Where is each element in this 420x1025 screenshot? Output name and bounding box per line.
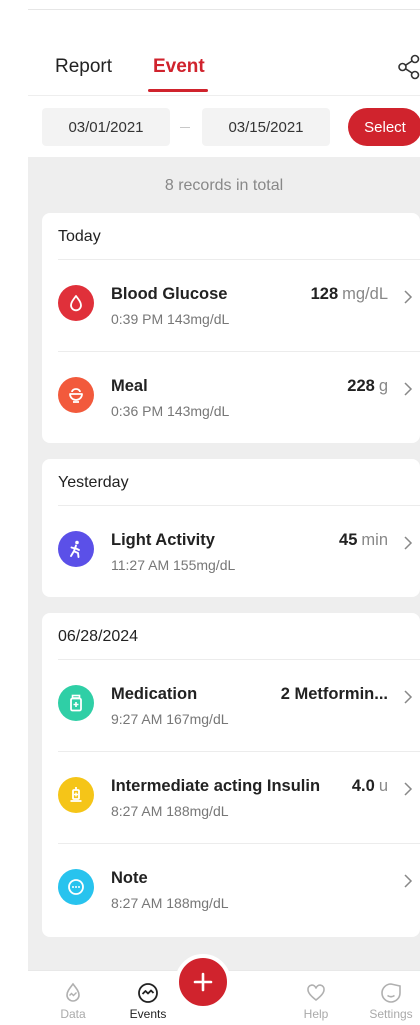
- group-title: 06/28/2024: [58, 628, 139, 645]
- group-card-date: 06/28/2024 Medication 9:27 AM 167mg/dL 2…: [42, 613, 420, 937]
- nav-events-label: Events: [129, 1007, 167, 1021]
- tab-report[interactable]: Report: [55, 56, 112, 78]
- nav-settings-label: Settings: [369, 1007, 413, 1021]
- blood-drop-icon: [58, 285, 94, 321]
- events-pulse-icon: [138, 983, 158, 1003]
- event-value: 4.0 u: [352, 777, 388, 796]
- event-row-blood-glucose[interactable]: Blood Glucose 0:39 PM 143mg/dL 128 mg/dL: [42, 259, 420, 351]
- event-value: 2 Metformin...: [281, 685, 388, 704]
- nav-data-label: Data: [60, 1007, 86, 1021]
- date-range-bar: 03/01/2021 03/15/2021 Select: [28, 95, 420, 157]
- event-value-number: 4.0: [351, 777, 375, 795]
- data-drop-icon: [66, 982, 80, 1002]
- event-detail: 11:27 AM 155mg/dL: [111, 557, 236, 573]
- heart-icon: [307, 984, 325, 1002]
- chevron-right-icon: [404, 782, 413, 796]
- row-divider: [58, 351, 420, 352]
- event-name: Intermediate acting Insulin: [111, 777, 321, 795]
- event-detail: 0:39 PM 143mg/dL: [111, 311, 230, 327]
- event-value: 45 min: [339, 531, 388, 550]
- chevron-right-icon: [404, 536, 413, 550]
- nav-data[interactable]: Data: [43, 981, 103, 1021]
- group-card-yesterday: Yesterday Light Activity 11:27 AM 155mg/…: [42, 459, 420, 597]
- event-value: 128 mg/dL: [311, 285, 388, 304]
- records-total: 8 records in total: [164, 177, 284, 194]
- add-event-button[interactable]: [175, 954, 231, 1010]
- nav-settings[interactable]: Settings: [361, 981, 420, 1021]
- event-value-number: 128: [310, 285, 339, 303]
- event-list: 8 records in total Today Blood Glucose 0…: [28, 157, 420, 970]
- note-bubble-icon: [58, 869, 94, 905]
- event-value-number: 228: [347, 377, 375, 395]
- event-name: Light Activity: [111, 531, 215, 549]
- event-value-unit: g: [378, 377, 388, 395]
- nav-help[interactable]: Help: [286, 981, 346, 1021]
- walking-person-icon: [58, 531, 94, 567]
- select-button[interactable]: Select: [348, 108, 420, 146]
- plus-icon: [193, 972, 213, 992]
- event-row-medication[interactable]: Medication 9:27 AM 167mg/dL 2 Metformin.…: [42, 659, 420, 751]
- share-icon[interactable]: [398, 54, 420, 80]
- insulin-pen-icon: [58, 777, 94, 813]
- event-name: Blood Glucose: [111, 285, 228, 303]
- event-name: Note: [111, 869, 148, 887]
- pill-bottle-icon: [58, 685, 94, 721]
- event-name: Meal: [111, 377, 148, 395]
- nav-help-label: Help: [303, 1007, 329, 1021]
- event-value-unit: mg/dL: [342, 285, 388, 303]
- row-divider: [58, 843, 420, 844]
- date-to-field[interactable]: 03/15/2021: [202, 108, 330, 146]
- tab-event[interactable]: Event: [153, 56, 205, 78]
- event-detail: 8:27 AM 188mg/dL: [111, 803, 229, 819]
- nav-events[interactable]: Events: [118, 981, 178, 1021]
- top-divider: [28, 9, 420, 10]
- chevron-right-icon: [404, 690, 413, 704]
- chevron-right-icon: [404, 290, 413, 304]
- event-detail: 0:36 PM 143mg/dL: [111, 403, 230, 419]
- tab-bar: Report Event: [28, 40, 420, 95]
- event-row-light-activity[interactable]: Light Activity 11:27 AM 155mg/dL 45 min: [42, 505, 420, 597]
- group-title: Today: [58, 228, 101, 245]
- event-detail: 9:27 AM 167mg/dL: [111, 711, 229, 727]
- date-from-field[interactable]: 03/01/2021: [42, 108, 170, 146]
- chevron-right-icon: [404, 382, 413, 396]
- event-row-note[interactable]: Note 8:27 AM 188mg/dL: [42, 843, 420, 935]
- group-title: Yesterday: [58, 474, 129, 491]
- event-row-meal[interactable]: Meal 0:36 PM 143mg/dL 228 g: [42, 351, 420, 443]
- event-value-number: 45: [339, 531, 358, 549]
- row-divider: [58, 751, 420, 752]
- meal-bowl-icon: [58, 377, 94, 413]
- settings-icon: [381, 983, 401, 1003]
- group-card-today: Today Blood Glucose 0:39 PM 143mg/dL 128…: [42, 213, 420, 443]
- event-value-unit: min: [361, 531, 388, 549]
- chevron-right-icon: [404, 874, 413, 888]
- event-value-number: 2 Metformin...: [280, 685, 388, 703]
- event-name: Medication: [111, 685, 198, 703]
- date-separator: [180, 127, 190, 128]
- event-value-unit: u: [378, 777, 388, 795]
- event-detail: 8:27 AM 188mg/dL: [111, 895, 229, 911]
- event-row-insulin[interactable]: Intermediate acting Insulin 8:27 AM 188m…: [42, 751, 420, 843]
- active-tab-indicator: [148, 89, 208, 92]
- event-value: 228 g: [347, 377, 388, 396]
